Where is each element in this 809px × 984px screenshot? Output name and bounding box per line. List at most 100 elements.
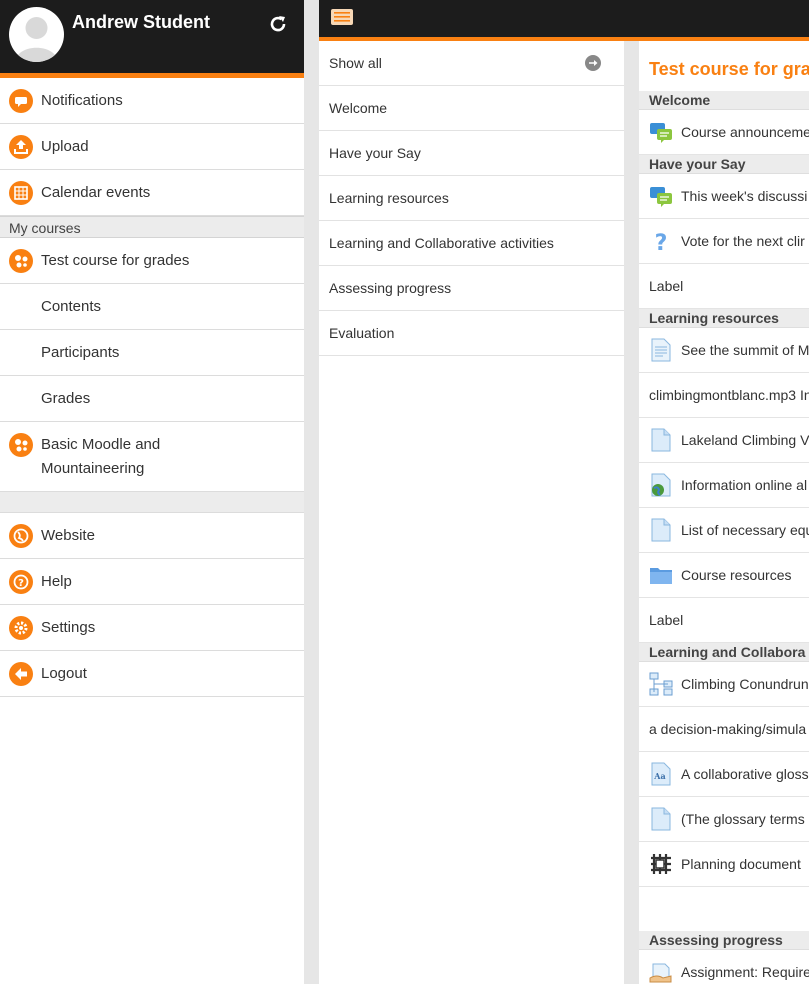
section-show-all[interactable]: Show all xyxy=(319,41,624,86)
activity-wiki-planning[interactable]: Planning document xyxy=(639,842,809,887)
activity-glossary[interactable]: Aa A collaborative gloss xyxy=(639,752,809,797)
section-heading-assessing: Assessing progress xyxy=(639,931,809,950)
section-heading-learning-resources: Learning resources xyxy=(639,309,809,328)
drawer-item-help[interactable]: ? Help xyxy=(0,559,304,605)
activity-forum-announcements[interactable]: Course announceme xyxy=(639,110,809,155)
glossary-icon: Aa xyxy=(651,762,671,786)
section-item[interactable]: Learning resources xyxy=(319,176,624,221)
section-item[interactable]: Welcome xyxy=(319,86,624,131)
activity-label: Planning document xyxy=(681,856,801,872)
drawer-course-basic-moodle[interactable]: Basic Moodle and Mountaineering xyxy=(0,422,304,492)
avatar[interactable] xyxy=(9,7,64,62)
drawer-item-settings[interactable]: Settings xyxy=(0,605,304,651)
section-label: Have your Say xyxy=(329,145,421,161)
file-icon xyxy=(651,518,671,542)
drawer-sub-participants[interactable]: Participants xyxy=(0,330,304,376)
label-text: climbingmontblanc.mp3 In xyxy=(649,387,809,403)
drawer-item-upload[interactable]: Upload xyxy=(0,124,304,170)
upload-icon xyxy=(9,135,33,159)
top-bar xyxy=(319,0,809,41)
section-heading-welcome: Welcome xyxy=(639,91,809,110)
course-title: Test course for gra xyxy=(649,59,809,79)
section-item[interactable]: Evaluation xyxy=(319,311,624,356)
activity-lesson-conundrum[interactable]: Climbing Conundrun xyxy=(639,662,809,707)
label-item: Label xyxy=(639,264,809,309)
activity-choice-vote[interactable]: ? Vote for the next clir xyxy=(639,219,809,264)
user-name: Andrew Student xyxy=(72,12,210,32)
activity-label: Course announceme xyxy=(681,124,809,140)
drawer-sub-grades[interactable]: Grades xyxy=(0,376,304,422)
svg-text:?: ? xyxy=(655,231,668,253)
activity-label: Course resources xyxy=(681,567,792,583)
section-label: Learning resources xyxy=(329,190,449,206)
drawer-item-label: Website xyxy=(41,527,95,544)
label-text: Label xyxy=(649,612,684,628)
drawer-header: Andrew Student xyxy=(0,0,304,78)
wiki-icon xyxy=(651,854,671,874)
drawer-divider xyxy=(0,492,304,513)
drawer-item-label: Grades xyxy=(41,390,91,407)
section-label: Evaluation xyxy=(329,325,395,341)
label-text: Label xyxy=(649,278,684,294)
help-icon: ? xyxy=(9,570,33,594)
activity-label: Lakeland Climbing V xyxy=(681,432,809,448)
nav-drawer: Andrew Student Notifications Upload Cale… xyxy=(0,0,304,984)
drawer-item-label: Notifications xyxy=(41,92,123,109)
forum-icon xyxy=(650,187,672,207)
section-label: Welcome xyxy=(329,100,388,116)
activity-assignment[interactable]: Assignment: Require xyxy=(639,950,809,984)
forum-icon xyxy=(650,123,672,143)
section-label: Assessing progress xyxy=(329,280,452,296)
drawer-item-notifications[interactable]: Notifications xyxy=(0,78,304,124)
drawer-course-test[interactable]: Test course for grades xyxy=(0,238,304,284)
label-item-mp3: climbingmontblanc.mp3 In xyxy=(639,373,809,418)
my-courses-heading: My courses xyxy=(0,216,304,238)
notifications-icon xyxy=(9,89,33,113)
section-item[interactable]: Have your Say xyxy=(319,131,624,176)
section-item[interactable]: Learning and Collaborative activities xyxy=(319,221,624,266)
section-item[interactable]: Assessing progress xyxy=(319,266,624,311)
svg-text:?: ? xyxy=(18,578,24,589)
label-item: Label xyxy=(639,598,809,643)
drawer-sub-contents[interactable]: Contents xyxy=(0,284,304,330)
globe-icon xyxy=(9,524,33,548)
activity-label: Vote for the next clir xyxy=(681,233,805,249)
activity-file-lakeland[interactable]: Lakeland Climbing V xyxy=(639,418,809,463)
drawer-item-label: Logout xyxy=(41,665,87,682)
drawer-item-website[interactable]: Website xyxy=(0,513,304,559)
activity-url-information[interactable]: Information online al xyxy=(639,463,809,508)
activity-forum-discussion[interactable]: This week's discussi xyxy=(639,174,809,219)
activity-folder-resources[interactable]: Course resources xyxy=(639,553,809,598)
activity-label: List of necessary equ xyxy=(681,522,809,538)
logout-icon xyxy=(9,662,33,686)
activity-label: This week's discussi xyxy=(681,188,808,204)
activity-label: (The glossary terms xyxy=(681,811,805,827)
drawer-item-label: Settings xyxy=(41,619,96,636)
drawer-item-label: Participants xyxy=(41,344,120,361)
section-label: Learning and Collaborative activities xyxy=(329,235,554,251)
assignment-icon xyxy=(649,963,672,983)
section-label: Show all xyxy=(329,55,382,71)
refresh-icon[interactable] xyxy=(268,14,288,34)
drawer-item-label: Upload xyxy=(41,138,89,155)
activity-label: A collaborative gloss xyxy=(681,766,809,782)
drawer-item-label: Contents xyxy=(41,298,102,315)
drawer-item-calendar[interactable]: Calendar events xyxy=(0,170,304,216)
menu-icon[interactable] xyxy=(331,9,353,25)
section-heading-learning-collab: Learning and Collabora xyxy=(639,643,809,662)
label-item-decision: a decision-making/simula xyxy=(639,707,809,752)
activity-page-summit[interactable]: See the summit of M xyxy=(639,328,809,373)
arrow-right-circle-icon xyxy=(585,55,601,71)
section-heading-have-your-say: Have your Say xyxy=(639,155,809,174)
activity-file-list[interactable]: List of necessary equ xyxy=(639,508,809,553)
drawer-item-label: Test course for grades xyxy=(41,252,190,269)
course-icon xyxy=(9,433,33,457)
drawer-item-label: Basic Moodle and Mountaineering xyxy=(41,436,161,477)
course-content: Test course for gra Welcome Course annou… xyxy=(639,41,809,984)
activity-label: See the summit of M xyxy=(681,342,809,358)
drawer-item-logout[interactable]: Logout xyxy=(0,651,304,697)
lesson-icon xyxy=(649,672,673,696)
page-icon xyxy=(651,338,671,362)
activity-file-glossary-terms[interactable]: (The glossary terms xyxy=(639,797,809,842)
folder-icon xyxy=(650,568,672,584)
